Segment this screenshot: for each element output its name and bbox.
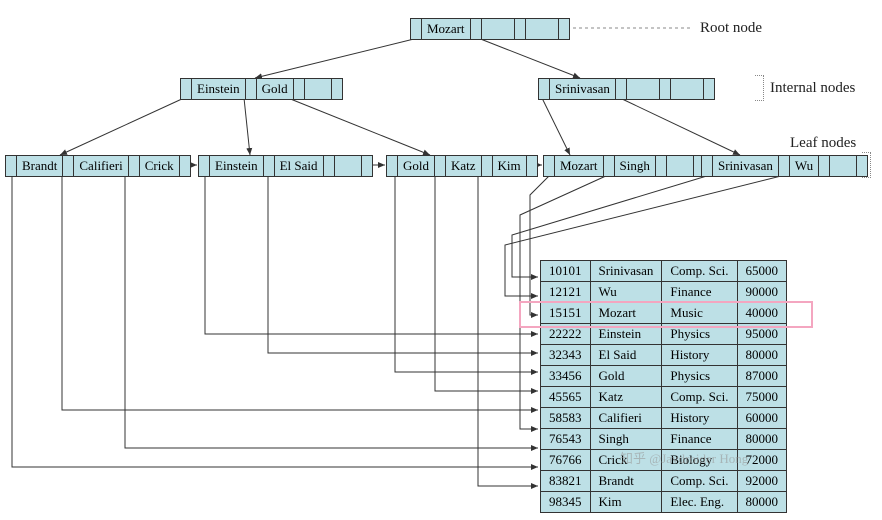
table-cell: 65000 xyxy=(737,261,787,282)
leaf-key: Califieri xyxy=(74,156,128,176)
watermark-text: 知乎 @Javdroider Hong xyxy=(620,448,748,467)
table-cell: Comp. Sci. xyxy=(662,387,737,408)
table-row: 58583CalifieriHistory60000 xyxy=(541,408,787,429)
leaf-key: Katz xyxy=(446,156,482,176)
leaf-key: Einstein xyxy=(210,156,264,176)
table-cell: Singh xyxy=(590,429,662,450)
table-cell: Kim xyxy=(590,492,662,513)
leaf-key: Srinivasan xyxy=(713,156,779,176)
internal-brace xyxy=(755,75,764,101)
root-node-label: Root node xyxy=(700,20,762,37)
table-cell: 80000 xyxy=(737,345,787,366)
table-row: 98345KimElec. Eng.80000 xyxy=(541,492,787,513)
root-key: Mozart xyxy=(422,19,471,39)
table-cell: Mozart xyxy=(590,303,662,324)
table-row: 32343El SaidHistory80000 xyxy=(541,345,787,366)
table-cell: Comp. Sci. xyxy=(662,471,737,492)
table-row: 12121WuFinance90000 xyxy=(541,282,787,303)
table-cell: 92000 xyxy=(737,471,787,492)
table-cell: 80000 xyxy=(737,492,787,513)
table-cell: 90000 xyxy=(737,282,787,303)
leaf-key: Wu xyxy=(790,156,819,176)
table-row: 76543SinghFinance80000 xyxy=(541,429,787,450)
table-row: 45565KatzComp. Sci.75000 xyxy=(541,387,787,408)
table-cell: 40000 xyxy=(737,303,787,324)
internal-node-0: Einstein Gold xyxy=(180,78,343,100)
leaf-key: Singh xyxy=(615,156,656,176)
leaf-key: Crick xyxy=(140,156,180,176)
table-cell: 83821 xyxy=(541,471,591,492)
table-cell: 22222 xyxy=(541,324,591,345)
table-cell: 76766 xyxy=(541,450,591,471)
table-cell: 95000 xyxy=(737,324,787,345)
internal-key: Srinivasan xyxy=(550,79,616,99)
table-cell: 58583 xyxy=(541,408,591,429)
internal-key: Einstein xyxy=(192,79,246,99)
leaf-key: Kim xyxy=(493,156,527,176)
leaf-key: El Said xyxy=(275,156,324,176)
table-cell: 87000 xyxy=(737,366,787,387)
leaf-key: Brandt xyxy=(17,156,63,176)
leaf-nodes-label: Leaf nodes xyxy=(790,135,856,152)
table-cell: 98345 xyxy=(541,492,591,513)
table-cell: Srinivasan xyxy=(590,261,662,282)
table-cell: 60000 xyxy=(737,408,787,429)
table-row: 83821BrandtComp. Sci.92000 xyxy=(541,471,787,492)
table-cell: Wu xyxy=(590,282,662,303)
table-cell: Physics xyxy=(662,324,737,345)
table-cell: Finance xyxy=(662,429,737,450)
table-row: 22222EinsteinPhysics95000 xyxy=(541,324,787,345)
table-cell: 10101 xyxy=(541,261,591,282)
leaf-node-4: Srinivasan Wu xyxy=(701,155,868,177)
table-cell: 75000 xyxy=(737,387,787,408)
internal-node-1: Srinivasan xyxy=(538,78,715,100)
table-row: 33456GoldPhysics87000 xyxy=(541,366,787,387)
table-cell: 12121 xyxy=(541,282,591,303)
table-cell: Gold xyxy=(590,366,662,387)
table-cell: Califieri xyxy=(590,408,662,429)
table-cell: 32343 xyxy=(541,345,591,366)
table-cell: 76543 xyxy=(541,429,591,450)
table-cell: 45565 xyxy=(541,387,591,408)
instructor-table: 10101SrinivasanComp. Sci.6500012121WuFin… xyxy=(540,260,787,513)
table-cell: Einstein xyxy=(590,324,662,345)
table-cell: Elec. Eng. xyxy=(662,492,737,513)
table-cell: Music xyxy=(662,303,737,324)
leaf-key: Mozart xyxy=(555,156,604,176)
table-cell: El Said xyxy=(590,345,662,366)
root-node: Mozart xyxy=(410,18,570,40)
table-cell: History xyxy=(662,345,737,366)
leaf-node-2: Gold Katz Kim xyxy=(386,155,538,177)
table-cell: Katz xyxy=(590,387,662,408)
leaf-brace xyxy=(862,152,871,178)
internal-nodes-label: Internal nodes xyxy=(770,80,855,97)
table-row: 15151MozartMusic40000 xyxy=(541,303,787,324)
leaf-node-1: Einstein El Said xyxy=(198,155,373,177)
leaf-node-3: Mozart Singh xyxy=(543,155,705,177)
table-cell: Finance xyxy=(662,282,737,303)
table-cell: 80000 xyxy=(737,429,787,450)
table-cell: Comp. Sci. xyxy=(662,261,737,282)
table-cell: History xyxy=(662,408,737,429)
internal-key: Gold xyxy=(257,79,294,99)
table-cell: 15151 xyxy=(541,303,591,324)
leaf-key: Gold xyxy=(398,156,435,176)
table-cell: Brandt xyxy=(590,471,662,492)
table-row: 10101SrinivasanComp. Sci.65000 xyxy=(541,261,787,282)
table-cell: 33456 xyxy=(541,366,591,387)
table-cell: Physics xyxy=(662,366,737,387)
leaf-node-0: Brandt Califieri Crick xyxy=(5,155,191,177)
